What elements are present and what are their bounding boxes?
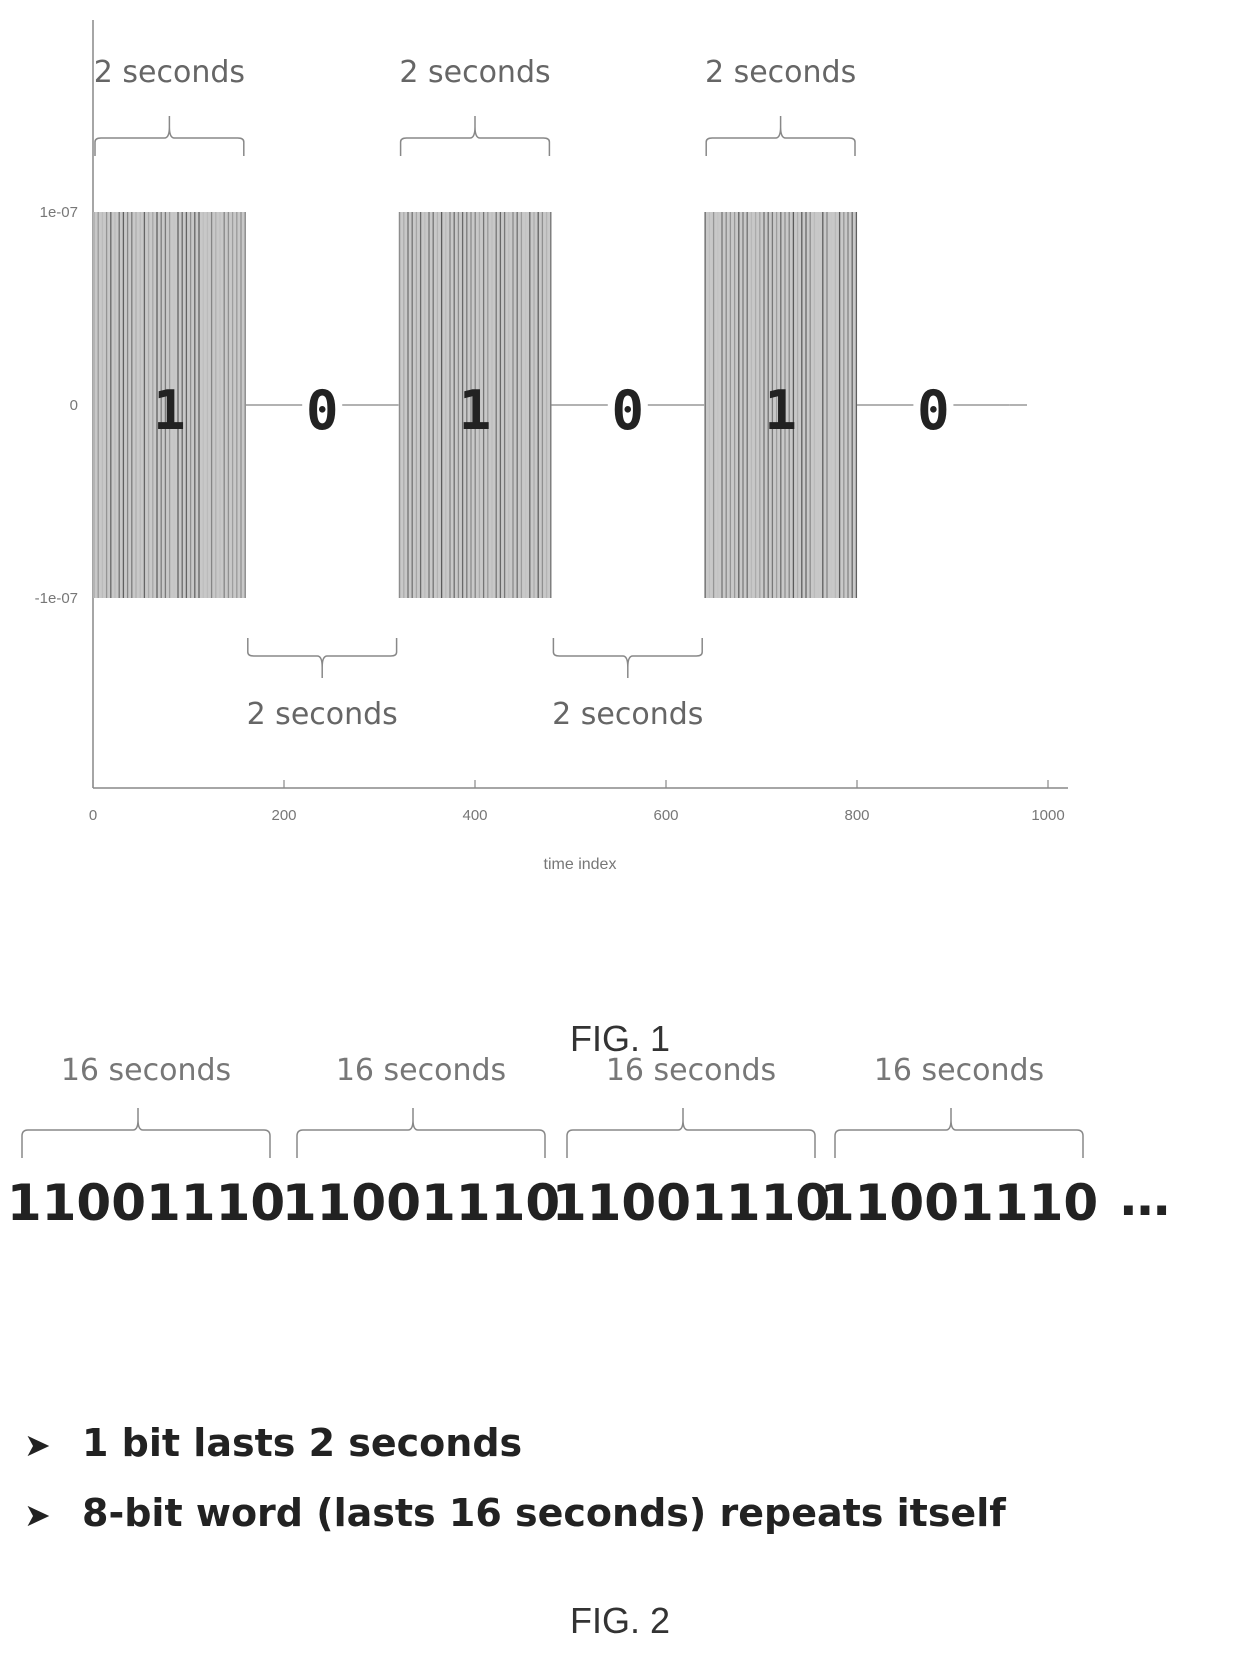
x-tick-label: 600 (653, 807, 678, 824)
bullet-text: 8-bit word (lasts 16 seconds) repeats it… (82, 1491, 1006, 1535)
bit-word: 11001110 (552, 1174, 830, 1232)
bit-word: 11001110 (7, 1174, 285, 1232)
duration-bracket: 2 seconds (552, 638, 703, 732)
bit-word: 11001110 (282, 1174, 560, 1232)
bit-label: 1 (764, 379, 797, 442)
duration-label: 2 seconds (247, 697, 398, 732)
word-duration-label: 16 seconds (336, 1053, 506, 1088)
duration-bracket: 2 seconds (94, 55, 245, 156)
bit-label: 1 (459, 379, 492, 442)
x-tick-label: 400 (462, 807, 487, 824)
word-duration-label: 16 seconds (874, 1053, 1044, 1088)
figure-2-caption: FIG. 2 (569, 1600, 671, 1641)
bit-label: 0 (306, 379, 339, 442)
word-duration-label: 16 seconds (61, 1053, 231, 1088)
y-tick-label: -1e-07 (35, 590, 78, 607)
duration-label: 2 seconds (94, 55, 245, 90)
y-tick-label: 0 (70, 397, 78, 414)
duration-label: 2 seconds (399, 55, 550, 90)
bullet-item: ➤ 1 bit lasts 2 seconds (24, 1408, 1006, 1478)
bit-label: 1 (153, 379, 186, 442)
signal-waveform (93, 212, 1027, 598)
duration-bracket: 2 seconds (247, 638, 398, 732)
bracket-shape (94, 116, 245, 156)
continuation-ellipsis: … (1120, 1169, 1170, 1227)
bit-label: 0 (917, 379, 950, 442)
x-axis-label: time index (544, 856, 617, 873)
bit-word: 11001110 (820, 1174, 1098, 1232)
figure-1-signal-chart: 0 200 400 600 800 1000 1e-07 0 -1e-07 1 0 1 0 1 0 2 s… (35, 20, 1068, 873)
y-tick-label: 1e-07 (40, 204, 78, 221)
bit-word-group: 16 seconds 11001110 (552, 1053, 830, 1232)
duration-bracket: 2 seconds (705, 55, 856, 156)
duration-label: 2 seconds (552, 697, 703, 732)
bullet-item: ➤ 8-bit word (lasts 16 seconds) repeats i… (24, 1478, 1006, 1548)
explanation-bullets: ➤ 1 bit lasts 2 seconds ➤ 8-bit word (last… (24, 1408, 1006, 1548)
bracket-shape (552, 638, 703, 678)
bullet-text: 1 bit lasts 2 seconds (82, 1421, 523, 1465)
duration-bracket: 2 seconds (399, 55, 551, 156)
bit-label: 0 (612, 379, 645, 442)
x-tick-label: 1000 (1031, 807, 1064, 824)
word-bracket (566, 1108, 816, 1158)
word-bracket (834, 1108, 1084, 1158)
bracket-shape (247, 638, 398, 678)
x-tick-label: 0 (89, 807, 97, 824)
bracket-shape (705, 116, 856, 156)
x-tick-label: 800 (844, 807, 869, 824)
arrowhead-bullet-icon: ➤ (24, 1426, 51, 1464)
duration-label: 2 seconds (705, 55, 856, 90)
figure-2-bit-word-diagram: 16 seconds1100111016 seconds1100111016 s… (7, 1053, 1170, 1232)
word-duration-label: 16 seconds (606, 1053, 776, 1088)
word-bracket (296, 1108, 546, 1158)
bit-word-group: 16 seconds 11001110 (7, 1053, 285, 1232)
bracket-shape (399, 116, 551, 156)
x-tick-label: 200 (271, 807, 296, 824)
bit-word-group: 16 seconds 11001110 (820, 1053, 1098, 1232)
word-bracket (21, 1108, 271, 1158)
bit-word-group: 16 seconds 11001110 (282, 1053, 560, 1232)
arrowhead-bullet-icon: ➤ (24, 1496, 51, 1534)
